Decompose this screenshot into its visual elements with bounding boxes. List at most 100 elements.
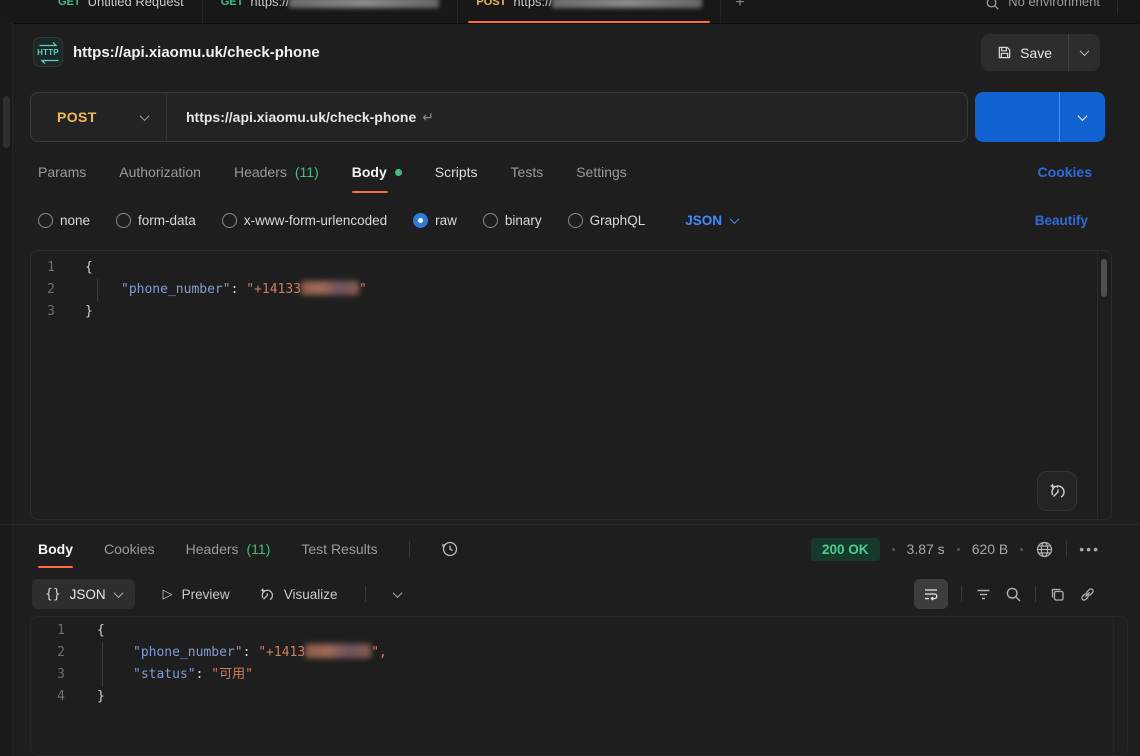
search-icon xyxy=(1005,586,1022,603)
request-body-editor[interactable]: 1 { 2 "phone_number": "+14133" 3 } xyxy=(30,250,1112,520)
request-tab-1[interactable]: GET Untitled Request xyxy=(40,0,203,23)
window-tab-bar: GET Untitled Request GET https:// POST h… xyxy=(0,0,1140,23)
request-tab-2[interactable]: GET https:// xyxy=(203,0,459,23)
editor-scrollbar-track[interactable] xyxy=(1113,617,1127,755)
radio-icon[interactable] xyxy=(116,213,131,228)
link-button[interactable] xyxy=(1079,586,1096,603)
divider xyxy=(1066,541,1067,557)
tab-tests[interactable]: Tests xyxy=(511,148,544,195)
indent-guide xyxy=(97,279,98,301)
tab-params[interactable]: Params xyxy=(38,148,86,195)
radio-selected-icon[interactable] xyxy=(413,213,428,228)
redacted-phone-digits xyxy=(301,281,359,295)
tab-scripts[interactable]: Scripts xyxy=(435,148,478,195)
request-header: HTTP https://api.xiaomu.uk/check-phone S… xyxy=(13,23,1140,82)
scrollbar-thumb[interactable] xyxy=(1101,259,1107,297)
topbar-divider xyxy=(1117,0,1118,14)
response-tab-headers[interactable]: Headers (11) xyxy=(186,530,271,568)
collapsed-sidebar[interactable] xyxy=(0,23,13,756)
request-title: https://api.xiaomu.uk/check-phone xyxy=(73,23,320,82)
editor-scrollbar-track[interactable] xyxy=(1097,251,1111,519)
url-input[interactable]: https://api.xiaomu.uk/check-phone xyxy=(186,109,416,125)
response-time[interactable]: 3.87 s xyxy=(907,541,945,557)
method-selector[interactable]: POST xyxy=(31,109,141,125)
save-icon xyxy=(997,45,1012,60)
environment-quicklook-icon xyxy=(985,0,1000,11)
word-wrap-icon xyxy=(923,586,939,602)
mode-raw-selected[interactable]: raw xyxy=(413,213,457,228)
radio-icon[interactable] xyxy=(483,213,498,228)
send-options-button[interactable] xyxy=(1059,92,1105,142)
save-button[interactable]: Save xyxy=(981,34,1100,71)
response-format-dropdown[interactable]: {} JSON xyxy=(32,579,135,609)
send-button[interactable] xyxy=(975,92,1105,142)
code-line[interactable]: 4 } xyxy=(31,686,1127,708)
copy-button[interactable] xyxy=(1049,586,1066,603)
radio-icon[interactable] xyxy=(222,213,237,228)
request-tab-3-active[interactable]: POST https:// xyxy=(458,0,721,23)
method-badge: POST xyxy=(476,0,506,10)
braces-icon: {} xyxy=(45,587,61,602)
response-size[interactable]: 620 B xyxy=(972,541,1009,557)
tab-headers[interactable]: Headers (11) xyxy=(234,148,319,195)
mode-x-www-form-urlencoded[interactable]: x-www-form-urlencoded xyxy=(222,213,387,228)
code-line[interactable]: 3 } xyxy=(31,301,1111,323)
chevron-down-icon xyxy=(1080,46,1090,56)
tab-authorization[interactable]: Authorization xyxy=(119,148,201,195)
code-line[interactable]: 2 "phone_number": "+14133" xyxy=(31,279,1111,301)
tab-settings[interactable]: Settings xyxy=(576,148,627,195)
postbot-button[interactable] xyxy=(1037,471,1077,511)
code-line[interactable]: 3 "status": "可用" xyxy=(31,664,1127,686)
response-meta: 200 OK 3.87 s 620 B ••• xyxy=(811,530,1100,568)
save-options-button[interactable] xyxy=(1068,34,1100,71)
mode-none[interactable]: none xyxy=(38,213,90,228)
response-body-viewer[interactable]: 1 { 2 "phone_number": "+1413", 3 "status… xyxy=(30,616,1128,756)
line-number: 3 xyxy=(31,301,81,323)
tab-body[interactable]: Body xyxy=(352,148,402,195)
send-label[interactable] xyxy=(975,92,1059,142)
sidebar-scroll-thumb[interactable] xyxy=(3,96,10,148)
radio-icon[interactable] xyxy=(568,213,583,228)
json-value: "+1413 xyxy=(258,645,305,660)
request-response-divider[interactable] xyxy=(0,524,1140,525)
environment-selector[interactable]: No environment xyxy=(985,0,1100,11)
body-mode-row: none form-data x-www-form-urlencoded raw… xyxy=(13,198,1140,242)
status-badge[interactable]: 200 OK xyxy=(811,538,880,561)
response-tab-body[interactable]: Body xyxy=(38,530,73,568)
cookies-link[interactable]: Cookies xyxy=(1038,148,1092,195)
history-icon[interactable] xyxy=(441,540,459,558)
search-button[interactable] xyxy=(1005,586,1022,603)
response-tab-cookies[interactable]: Cookies xyxy=(104,530,155,568)
preview-button[interactable]: ▷ Preview xyxy=(163,586,230,602)
language-dropdown[interactable]: JSON xyxy=(685,213,738,228)
word-wrap-button[interactable] xyxy=(914,579,948,609)
method-chevron-icon[interactable] xyxy=(140,111,150,121)
divider xyxy=(1035,586,1036,602)
filter-button[interactable] xyxy=(975,586,992,603)
mode-form-data[interactable]: form-data xyxy=(116,213,196,228)
new-tab-button[interactable]: + xyxy=(735,0,744,13)
divider xyxy=(961,586,962,602)
radio-icon[interactable] xyxy=(38,213,53,228)
mode-binary[interactable]: binary xyxy=(483,213,542,228)
line-number: 2 xyxy=(31,279,81,301)
more-options-icon[interactable]: ••• xyxy=(1079,541,1100,557)
environment-label: No environment xyxy=(1008,0,1100,11)
beautify-link[interactable]: Beautify xyxy=(1035,198,1088,242)
json-value: "可用" xyxy=(211,667,253,682)
globe-icon[interactable] xyxy=(1035,540,1054,559)
code-line[interactable]: 2 "phone_number": "+1413", xyxy=(31,642,1127,664)
filter-icon xyxy=(975,586,992,603)
code-line[interactable]: 1 { xyxy=(31,620,1127,642)
link-icon xyxy=(1079,586,1096,603)
response-tab-test-results[interactable]: Test Results xyxy=(301,530,377,568)
http-request-icon: HTTP xyxy=(33,37,63,67)
mode-graphql[interactable]: GraphQL xyxy=(568,213,646,228)
response-toolbar: {} JSON ▷ Preview Visualize xyxy=(13,576,1140,612)
chevron-down-icon[interactable] xyxy=(393,588,403,598)
code-line[interactable]: 1 { xyxy=(31,257,1111,279)
request-url-builder: POST https://api.xiaomu.uk/check-phone ↵ xyxy=(30,92,968,142)
response-headers-count: (11) xyxy=(247,541,271,557)
method-badge: GET xyxy=(58,0,81,10)
visualize-button[interactable]: Visualize xyxy=(258,586,338,603)
